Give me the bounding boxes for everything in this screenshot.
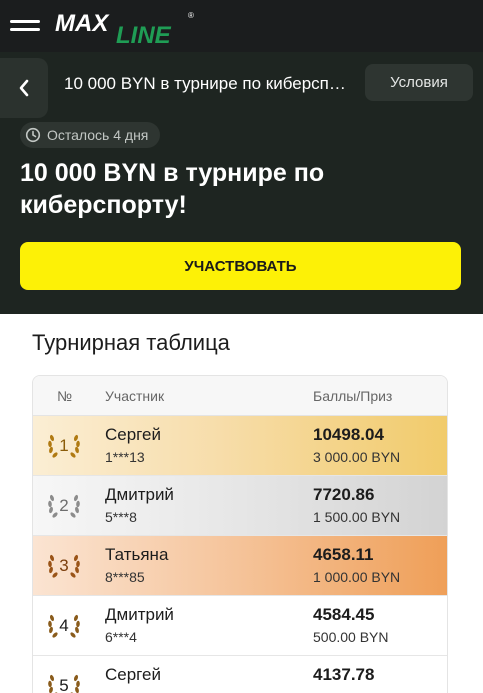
- page-title-short: 10 000 BYN в турнире по киберсп…: [64, 74, 346, 93]
- table-row: 5 Сергей 4137.78: [33, 656, 447, 693]
- participant-name: Татьяна: [105, 545, 169, 564]
- participant-name: Дмитрий: [105, 485, 174, 504]
- maxline-logo[interactable]: MAX LINE ®: [54, 6, 199, 46]
- clock-icon: [25, 127, 41, 143]
- top-bar: MAX LINE ®: [0, 0, 483, 52]
- participant-prize: 1 500.00 BYN: [313, 509, 401, 525]
- tournament-hero: 10 000 BYN в турнире по киберсп… Условия…: [0, 52, 483, 314]
- table-row: 3 Татьяна 8***85 4658.11 1 000.00 BYN: [33, 536, 447, 596]
- participant-prize: 1 000.00 BYN: [313, 569, 401, 585]
- participant-id: 1***13: [105, 449, 145, 465]
- tournament-title: 10 000 BYN в турнире по киберспорту!: [20, 159, 325, 219]
- time-left-badge: Осталось 4 дня: [20, 122, 161, 148]
- place-number: 3: [59, 556, 69, 575]
- table-row: 1 Сергей 1***13 10498.04 3 000.00 BYN: [33, 416, 447, 476]
- svg-text:MAX: MAX: [55, 10, 110, 37]
- menu-icon[interactable]: [10, 17, 40, 35]
- column-header-participant: Участник: [105, 388, 165, 404]
- table-header: № Участник Баллы/Приз: [33, 376, 447, 416]
- wreath-icon: 5: [45, 671, 83, 693]
- bronze-wreath-icon: 3: [45, 551, 83, 581]
- column-header-place: №: [57, 388, 73, 404]
- participant-id: 5***8: [105, 509, 137, 525]
- gold-wreath-icon: 1: [45, 431, 83, 461]
- svg-text:LINE: LINE: [116, 22, 172, 46]
- participant-id: 8***85: [105, 569, 145, 585]
- table-row: 2 Дмитрий 5***8 7720.86 1 500.00 BYN: [33, 476, 447, 536]
- participant-name: Сергей: [105, 425, 161, 444]
- participate-button[interactable]: УЧАСТВОВАТЬ: [20, 242, 461, 290]
- leaderboard-table: № Участник Баллы/Приз 1 Сергей 1***13 10…: [32, 375, 448, 693]
- participant-prize: 500.00 BYN: [313, 629, 389, 645]
- place-number: 5: [59, 676, 69, 693]
- place-number: 1: [59, 436, 69, 455]
- svg-text:®: ®: [188, 11, 194, 20]
- participant-score: 7720.86: [313, 485, 375, 504]
- participant-id: 6***4: [105, 629, 137, 645]
- place-number: 2: [59, 496, 69, 515]
- conditions-button[interactable]: Условия: [365, 64, 473, 101]
- participant-name: Сергей: [105, 665, 161, 684]
- back-button[interactable]: [0, 58, 48, 118]
- participant-score: 4584.45: [313, 605, 375, 624]
- leaderboard-title: Турнирная таблица: [32, 330, 230, 355]
- participant-name: Дмитрий: [105, 605, 174, 624]
- table-row: 4 Дмитрий 6***4 4584.45 500.00 BYN: [33, 596, 447, 656]
- participant-prize: 3 000.00 BYN: [313, 449, 401, 465]
- place-number: 4: [59, 616, 69, 635]
- wreath-icon: 4: [45, 611, 83, 641]
- chevron-left-icon: [19, 79, 29, 97]
- participant-score: 10498.04: [313, 425, 384, 444]
- column-header-score: Баллы/Приз: [313, 388, 393, 404]
- time-left-text: Осталось 4 дня: [47, 127, 149, 143]
- participant-score: 4658.11: [313, 545, 374, 564]
- participant-score: 4137.78: [313, 665, 375, 684]
- silver-wreath-icon: 2: [45, 491, 83, 521]
